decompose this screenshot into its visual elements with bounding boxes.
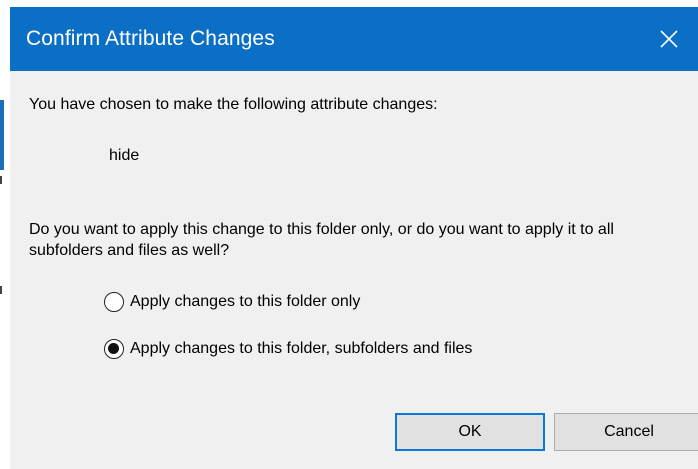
close-button[interactable] [650, 21, 686, 55]
background-accent [0, 100, 4, 170]
background-window-edge [0, 0, 10, 469]
radio-button-selected[interactable] [104, 339, 124, 359]
ok-button[interactable]: OK [395, 413, 545, 451]
option-folder-subfolders-files[interactable]: Apply changes to this folder, subfolders… [104, 337, 472, 361]
background-mark [0, 286, 2, 294]
radio-button[interactable] [104, 292, 124, 312]
dialog-titlebar[interactable]: Confirm Attribute Changes [10, 7, 698, 71]
apply-question: Do you want to apply this change to this… [29, 221, 614, 259]
option-folder-only[interactable]: Apply changes to this folder only [104, 290, 360, 314]
confirm-attribute-changes-dialog: Confirm Attribute Changes You have chose… [10, 7, 698, 469]
intro-text: You have chosen to make the following at… [29, 96, 438, 113]
attribute-change: hide [109, 147, 140, 164]
close-icon [660, 30, 678, 48]
option-label: Apply changes to this folder only [130, 293, 361, 310]
cancel-button[interactable]: Cancel [554, 413, 698, 451]
background-mark [0, 176, 2, 184]
option-label: Apply changes to this folder, subfolders… [130, 340, 473, 357]
dialog-title: Confirm Attribute Changes [26, 27, 275, 50]
